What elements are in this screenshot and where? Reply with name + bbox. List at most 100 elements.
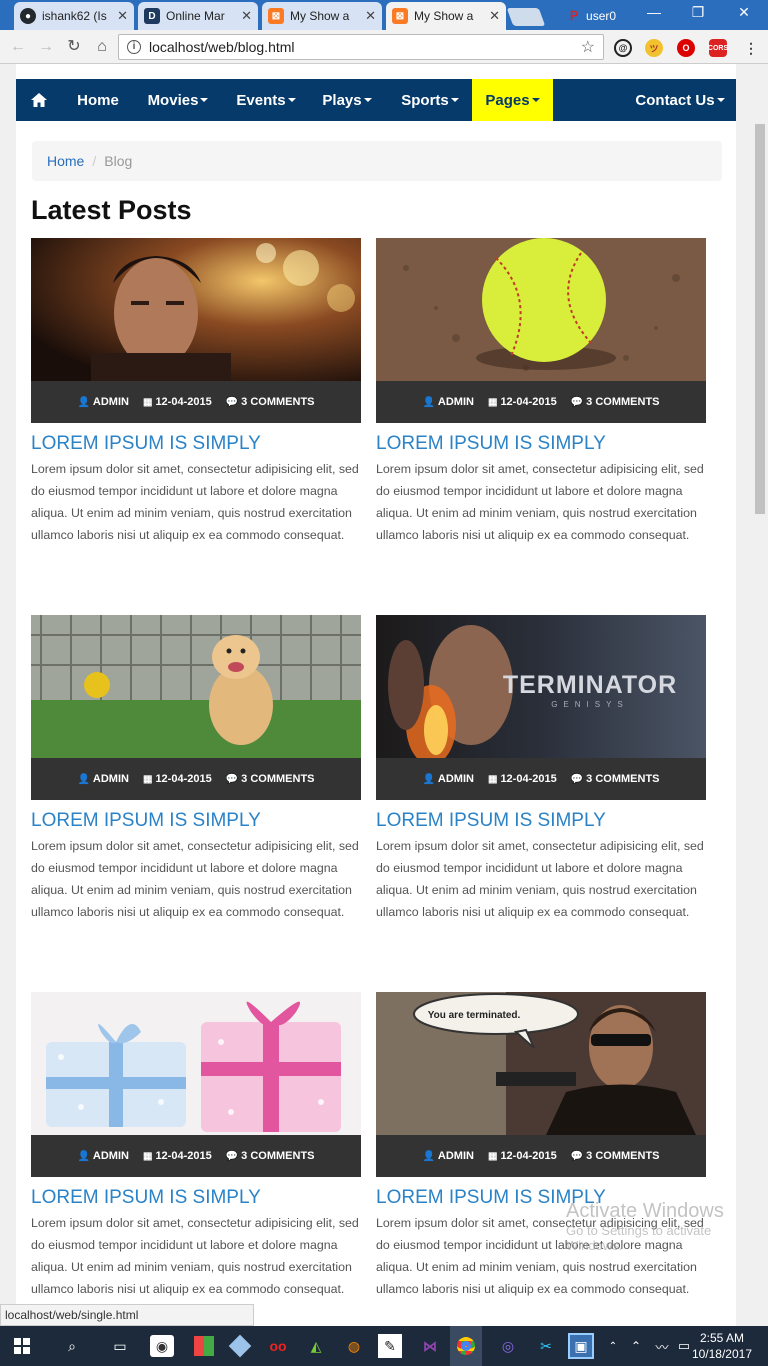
forward-button[interactable]: → xyxy=(36,37,56,57)
cube-icon[interactable] xyxy=(226,1332,254,1360)
post-comments[interactable]: 💬 3 COMMENTS xyxy=(571,396,660,408)
app-icon[interactable]: ◎ xyxy=(494,1332,522,1360)
user-profile[interactable]: Ｐ user0 xyxy=(568,7,616,24)
tab-github[interactable]: ● ishank62 (Is ✕ xyxy=(14,2,134,30)
visual-studio-icon[interactable]: ⋈ xyxy=(416,1332,444,1360)
search-icon[interactable]: ⌕ xyxy=(58,1332,86,1360)
nav-movies-label: Movies xyxy=(147,91,199,109)
android-studio-icon[interactable]: ◭ xyxy=(302,1332,330,1360)
close-icon[interactable]: ✕ xyxy=(117,8,128,24)
cors-icon[interactable]: CORS xyxy=(708,39,728,57)
tab-online-mar[interactable]: D Online Mar ✕ xyxy=(138,2,258,30)
minimize-button[interactable]: — xyxy=(644,4,664,20)
nav-pages[interactable]: Pages xyxy=(472,79,553,121)
back-button[interactable]: ← xyxy=(8,37,28,57)
clock-time: 2:55 AM xyxy=(699,1331,744,1345)
opera-icon[interactable]: O xyxy=(677,39,695,57)
post-author[interactable]: 👤 ADMIN xyxy=(422,1150,474,1162)
post-comments[interactable]: 💬 3 COMMENTS xyxy=(226,773,315,785)
task-view-icon[interactable]: ▭ xyxy=(106,1332,134,1360)
office-icon[interactable] xyxy=(190,1332,218,1360)
post-image[interactable] xyxy=(31,992,361,1135)
nav-plays[interactable]: Plays xyxy=(312,79,382,121)
post-title[interactable]: LOREM IPSUM IS SIMPLY xyxy=(31,433,361,457)
nav-movies[interactable]: Movies xyxy=(138,79,218,121)
reload-button[interactable]: ↻ xyxy=(64,37,84,57)
post-comments-text: 3 COMMENTS xyxy=(241,773,315,785)
post-title[interactable]: LOREM IPSUM IS SIMPLY xyxy=(376,810,706,834)
tab-my-show-1[interactable]: ⊠ My Show a ✕ xyxy=(262,2,382,30)
taskbar-clock[interactable]: 2:55 AM 10/18/2017 xyxy=(692,1330,752,1362)
scrollbar-thumb[interactable] xyxy=(755,124,765,514)
d-icon: D xyxy=(144,8,160,24)
post-title[interactable]: LOREM IPSUM IS SIMPLY xyxy=(376,433,706,457)
nav-home-icon[interactable] xyxy=(16,79,62,121)
post-author[interactable]: 👤 ADMIN xyxy=(422,396,474,408)
post-image[interactable]: You are terminated. xyxy=(376,992,706,1135)
browser-tab-strip: ● ishank62 (Is ✕ D Online Mar ✕ ⊠ My Sho… xyxy=(0,0,768,30)
nav-home-label: Home xyxy=(77,91,119,109)
new-tab-button[interactable] xyxy=(506,8,546,26)
tab-label: My Show a xyxy=(414,9,474,23)
caret-down-icon xyxy=(363,98,372,102)
post-image[interactable]: TERMINATOR GENISYS xyxy=(376,615,706,758)
emoji-extension-icon[interactable]: ツ xyxy=(645,39,663,57)
post-comments-text: 3 COMMENTS xyxy=(241,396,315,408)
chrome-icon[interactable] xyxy=(450,1326,482,1366)
home-button[interactable]: ⌂ xyxy=(92,37,112,57)
calendar-icon: ▦ xyxy=(142,397,153,408)
post-author[interactable]: 👤 ADMIN xyxy=(77,773,129,785)
breadcrumb-home-link[interactable]: Home xyxy=(47,153,84,169)
camera-icon[interactable]: ◉ xyxy=(150,1335,174,1357)
notification-arrows-icon[interactable]: ⌃ xyxy=(606,1332,620,1360)
snipping-tool-icon[interactable]: ✂ xyxy=(532,1332,560,1360)
post-image[interactable] xyxy=(31,238,361,381)
firefox-icon[interactable]: ◍ xyxy=(340,1332,368,1360)
user-icon: 👤 xyxy=(422,397,435,408)
nav-home[interactable]: Home xyxy=(62,79,134,121)
post-comments[interactable]: 💬 3 COMMENTS xyxy=(571,773,660,785)
nav-contact[interactable]: Contact Us xyxy=(624,79,736,121)
close-icon[interactable]: ✕ xyxy=(365,8,376,24)
post-author[interactable]: 👤 ADMIN xyxy=(77,1150,129,1162)
nav-sports[interactable]: Sports xyxy=(390,79,470,121)
close-window-button[interactable]: ✕ xyxy=(734,4,754,21)
comments-icon: 💬 xyxy=(225,397,239,408)
calendar-icon: ▦ xyxy=(487,397,498,408)
user-icon: 👤 xyxy=(422,774,435,785)
comments-icon: 💬 xyxy=(570,1151,584,1162)
post-image[interactable] xyxy=(31,615,361,758)
restore-button[interactable]: ❐ xyxy=(688,4,708,21)
terminal-icon[interactable]: ▣ xyxy=(568,1333,594,1359)
post-comments[interactable]: 💬 3 COMMENTS xyxy=(571,1150,660,1162)
post-image[interactable] xyxy=(376,238,706,381)
comments-icon: 💬 xyxy=(570,774,584,785)
caret-down-icon xyxy=(287,98,296,102)
post-author[interactable]: 👤 ADMIN xyxy=(422,773,474,785)
post-comments[interactable]: 💬 3 COMMENTS xyxy=(226,1150,315,1162)
oo-icon[interactable]: oo xyxy=(264,1332,292,1360)
close-icon[interactable]: ✕ xyxy=(489,8,500,24)
bookmark-star-icon[interactable]: ☆ xyxy=(581,37,595,57)
info-icon[interactable]: i xyxy=(127,40,141,54)
pen-tool-icon[interactable]: ✎ xyxy=(378,1334,402,1358)
windows-start-icon[interactable] xyxy=(8,1332,36,1360)
chevron-up-icon[interactable]: ⌃ xyxy=(622,1332,650,1360)
post-author[interactable]: 👤 ADMIN xyxy=(77,396,129,408)
gifts-image xyxy=(31,992,361,1135)
close-icon[interactable]: ✕ xyxy=(241,8,252,24)
menu-icon[interactable]: ⋮ xyxy=(742,39,760,57)
extension-icon[interactable]: @ xyxy=(614,39,632,57)
post-comments[interactable]: 💬 3 COMMENTS xyxy=(226,396,315,408)
watermark-title: Activate Windows xyxy=(566,1200,724,1222)
poster-subtitle-text: GENISYS xyxy=(551,700,629,709)
post-title[interactable]: LOREM IPSUM IS SIMPLY xyxy=(31,810,361,834)
nav-events[interactable]: Events xyxy=(226,79,306,121)
caret-down-icon xyxy=(716,98,725,102)
post-title[interactable]: LOREM IPSUM IS SIMPLY xyxy=(31,1187,361,1211)
address-bar[interactable]: i localhost/web/blog.html ☆ xyxy=(118,34,604,60)
tab-my-show-2[interactable]: ⊠ My Show a ✕ xyxy=(386,2,506,30)
terminator-poster-image: TERMINATOR GENISYS xyxy=(376,615,706,758)
post-date: ▦ 12-04-2015 xyxy=(488,396,557,408)
calendar-icon: ▦ xyxy=(487,774,498,785)
